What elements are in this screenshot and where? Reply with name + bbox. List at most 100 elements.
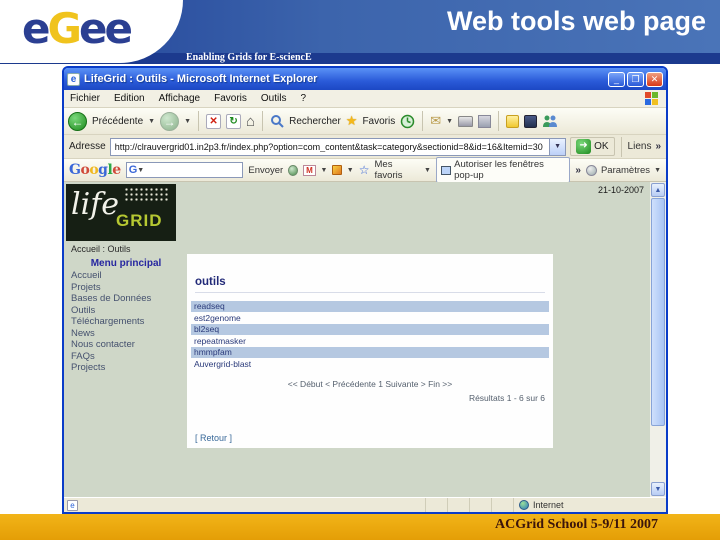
status-zone-label: Internet <box>533 500 564 510</box>
back-dropdown-icon[interactable]: ▼ <box>148 118 155 125</box>
history-icon[interactable] <box>400 114 415 129</box>
slide-title: Web tools web page <box>446 6 706 36</box>
scroll-up-icon[interactable]: ▲ <box>651 183 665 197</box>
favorites-star-icon[interactable]: ★ <box>346 113 358 129</box>
favorites-button-label[interactable]: Favoris <box>362 116 395 127</box>
tool-link[interactable]: bl2seq <box>191 324 549 335</box>
pagerank-icon[interactable] <box>288 164 299 176</box>
go-button[interactable]: ➜ OK <box>570 137 615 156</box>
google-favorites-label[interactable]: Mes favoris <box>375 159 419 181</box>
menu-item[interactable]: Affichage <box>159 93 201 104</box>
google-favorites-dropdown-icon[interactable]: ▼ <box>424 167 431 174</box>
egee-logo-letter: e <box>78 4 107 53</box>
close-button[interactable]: ✕ <box>646 71 663 87</box>
titlebar[interactable]: e LifeGrid : Outils - Microsoft Internet… <box>64 68 666 90</box>
status-doc-icon: e <box>67 499 78 511</box>
vertical-scrollbar[interactable]: ▲ ▼ <box>650 182 666 497</box>
google-search-input[interactable]: G ▼ <box>125 162 244 178</box>
tool-link[interactable]: readseq <box>191 301 549 312</box>
lifegrid-logo-grid: GRID <box>116 211 163 230</box>
google-search-dropdown-icon[interactable]: ▼ <box>137 167 144 174</box>
home-icon[interactable]: ⌂ <box>246 113 255 130</box>
site-menu-item[interactable]: Projects <box>64 363 188 375</box>
media-icon[interactable] <box>524 114 538 128</box>
google-send-label[interactable]: Envoyer <box>248 165 283 176</box>
menu-item[interactable]: Edition <box>114 93 145 104</box>
lifegrid-logo-dots <box>124 187 170 203</box>
google-settings-dropdown-icon[interactable]: ▼ <box>654 167 661 174</box>
google-logo-letter: o <box>89 162 99 178</box>
gmail-dropdown-icon[interactable]: ▼ <box>321 167 328 174</box>
address-dropdown-icon[interactable]: ▼ <box>549 138 566 155</box>
egee-logo-letter: G <box>47 4 83 53</box>
links-chevron-icon[interactable]: » <box>655 141 661 152</box>
tool-link[interactable]: hmmpfam <box>191 347 549 358</box>
page-date: 21-10-2007 <box>597 185 644 195</box>
popup-blocker-button[interactable]: Autoriser les fenêtres pop-up <box>435 157 571 183</box>
pagination[interactable]: << Début < Précédente 1 Suivante > Fin >… <box>187 379 553 389</box>
site-menu-item[interactable]: Bases de Données <box>64 294 188 306</box>
tool-link[interactable]: repeatmasker <box>191 336 549 347</box>
back-link[interactable]: [ Retour ] <box>195 433 232 443</box>
google-more-chevron-icon[interactable]: » <box>575 165 581 176</box>
window-controls: _ ❐ ✕ <box>608 71 663 87</box>
gmail-icon[interactable]: M <box>303 164 316 176</box>
stop-icon[interactable]: ✕ <box>206 113 222 129</box>
maximize-button[interactable]: ❐ <box>627 71 644 87</box>
tools-panel: outils readseq est2genome bl2seq repeatmask… <box>187 254 553 448</box>
site-menu: Accueil Projets Bases de Données Outils Télé… <box>64 271 188 375</box>
scroll-down-icon[interactable]: ▼ <box>651 482 665 496</box>
menu-item[interactable]: Outils <box>261 93 287 104</box>
status-cell <box>425 498 447 512</box>
egee-logo-letters: eGee <box>22 4 133 53</box>
egee-logo-letter: e <box>22 4 50 53</box>
back-button-label[interactable]: Précédente <box>92 116 143 127</box>
highlighter-dropdown-icon[interactable]: ▼ <box>347 167 354 174</box>
google-settings-icon[interactable] <box>585 164 597 176</box>
note-icon[interactable] <box>506 114 520 128</box>
back-icon[interactable]: ← <box>68 111 87 131</box>
results-count: Résultats 1 - 6 sur 6 <box>468 393 545 403</box>
menu-bar: Fichier Edition Affichage Favoris Outils? <box>64 90 666 108</box>
messenger-icon[interactable] <box>542 114 558 128</box>
scrollbar-thumb[interactable] <box>651 198 665 426</box>
links-label[interactable]: Liens <box>628 141 652 152</box>
menu-item[interactable]: ? <box>300 93 306 104</box>
site-menu-title: Menu principal <box>90 258 162 269</box>
address-url[interactable]: http://clrauvergrid01.in2p3.fr/index.php… <box>111 142 549 152</box>
refresh-icon[interactable]: ↻ <box>226 113 242 129</box>
breadcrumb[interactable]: Accueil : Outils <box>71 244 131 254</box>
tool-link[interactable]: est2genome <box>191 313 549 324</box>
site-menu-item[interactable]: Téléchargements <box>64 317 188 329</box>
mail-icon[interactable]: ✉ <box>430 113 441 129</box>
search-icon[interactable] <box>270 114 284 128</box>
minimize-button[interactable]: _ <box>608 71 625 87</box>
tools-list: readseq est2genome bl2seq repeatmasker hmmpf… <box>191 301 549 370</box>
site-menu-item[interactable]: Accueil <box>64 271 188 283</box>
mail-dropdown-icon[interactable]: ▼ <box>446 118 453 125</box>
highlighter-icon[interactable] <box>332 165 342 175</box>
menu-item[interactable]: Favoris <box>214 93 247 104</box>
windows-logo-icon <box>645 92 658 105</box>
search-button-label[interactable]: Rechercher <box>289 116 341 127</box>
toolbar-separator <box>422 111 424 131</box>
google-settings-label[interactable]: Paramètres <box>601 165 650 176</box>
forward-dropdown-icon[interactable]: ▼ <box>184 118 191 125</box>
print-icon[interactable] <box>458 115 474 127</box>
monitor-icon <box>440 165 452 175</box>
window-title: LifeGrid : Outils - Microsoft Internet E… <box>84 73 318 85</box>
tool-link[interactable]: Auvergrid-blast <box>191 359 549 370</box>
status-cells: Internet <box>425 498 663 512</box>
menu-item[interactable]: Fichier <box>70 93 100 104</box>
egee-logo-letter: e <box>104 4 132 53</box>
address-input[interactable]: http://clrauvergrid01.in2p3.fr/index.php… <box>109 137 567 156</box>
google-favorites-star-icon[interactable]: ☆ <box>359 163 370 177</box>
status-cell <box>469 498 491 512</box>
toolbar-separator <box>198 111 200 131</box>
forward-icon[interactable]: → <box>160 111 180 131</box>
site-menu-item[interactable]: Nous contacter <box>64 340 188 352</box>
go-button-label: OK <box>594 141 609 152</box>
google-logo-letter: e <box>112 162 121 178</box>
edit-icon[interactable] <box>478 114 492 128</box>
egee-tagline: Enabling Grids for E-sciencE <box>186 52 312 63</box>
